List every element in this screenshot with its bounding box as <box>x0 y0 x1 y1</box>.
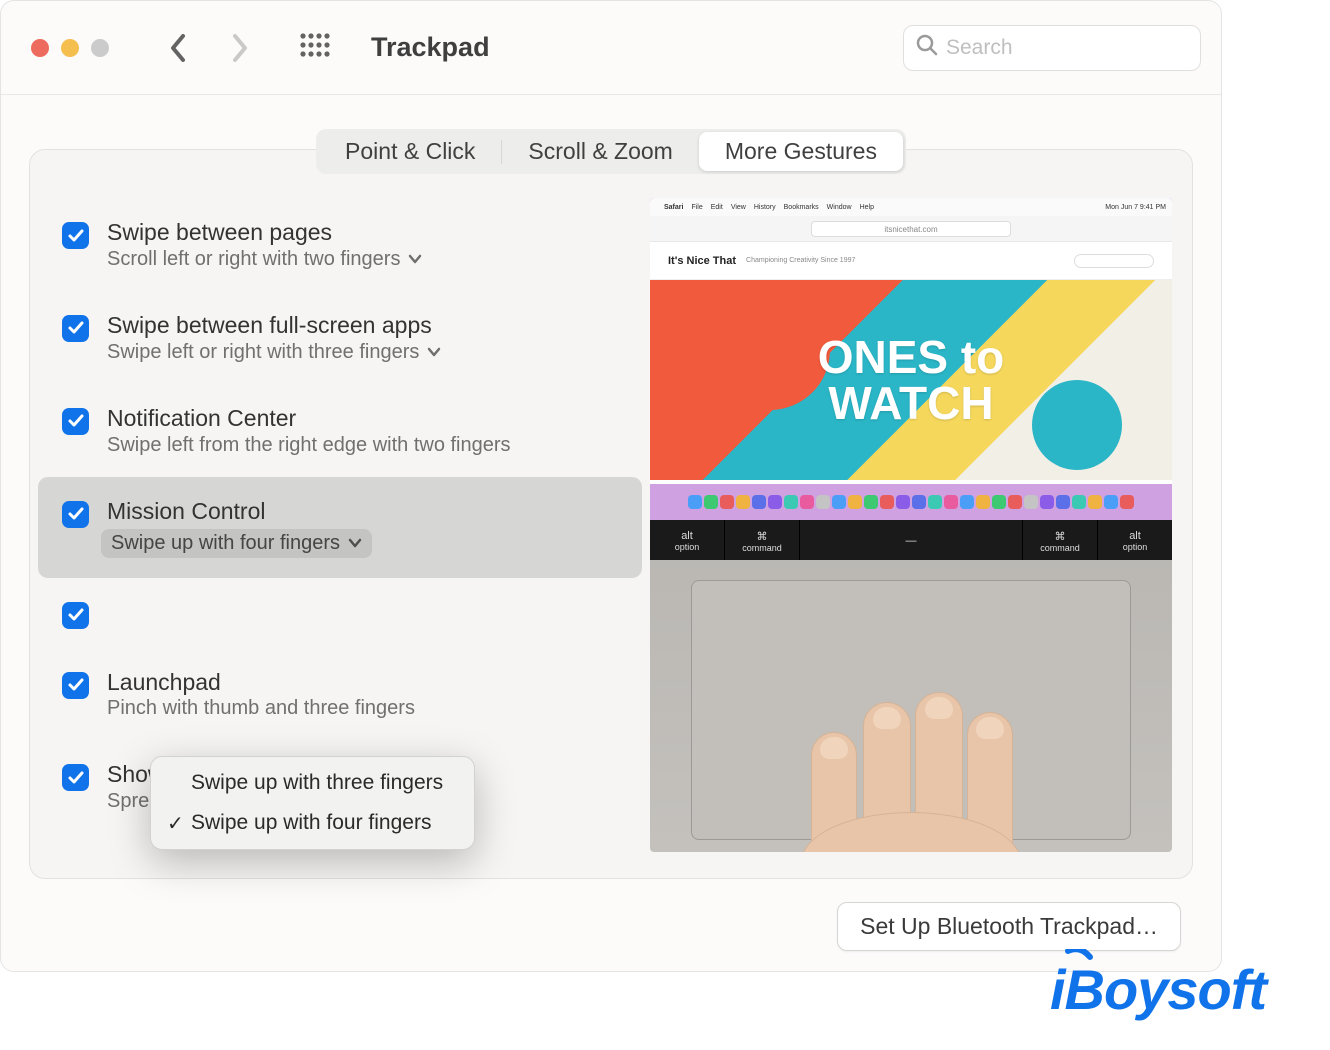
option-subtitle-select[interactable]: Scroll left or right with two fingers <box>107 248 422 271</box>
option-mission-control: Mission Control Swipe up with four finge… <box>38 477 642 578</box>
checkbox-swipe-pages[interactable] <box>62 222 89 249</box>
preview-site-brand: It's Nice That <box>668 255 736 267</box>
option-launchpad: Launchpad Pinch with thumb and three fin… <box>50 648 630 741</box>
toolbar: Trackpad <box>1 1 1221 95</box>
back-icon[interactable] <box>169 33 189 63</box>
minimize-icon[interactable] <box>61 39 79 57</box>
options-list: Swipe between pages Scroll left or right… <box>50 198 630 878</box>
checkbox-launchpad[interactable] <box>62 672 89 699</box>
search-field[interactable] <box>903 25 1201 71</box>
preview-keyboard-row: altoption ⌘command — ⌘command altoption <box>650 520 1172 560</box>
preview-trackpad: altoption ⌘command — ⌘command altoption <box>650 520 1172 852</box>
checkbox-swipe-apps[interactable] <box>62 315 89 342</box>
fullscreen-icon[interactable] <box>91 39 109 57</box>
svg-text:iBoysoft: iBoysoft <box>1050 958 1269 1021</box>
content: Swipe between pages Scroll left or right… <box>30 150 1192 878</box>
checkbox-show-desktop[interactable] <box>62 764 89 791</box>
preview-address: itsnicethat.com <box>811 221 1011 237</box>
preview-site-search <box>1074 254 1154 268</box>
settings-panel: Swipe between pages Scroll left or right… <box>29 149 1193 879</box>
chevron-down-icon <box>408 254 422 264</box>
preview-dock <box>650 484 1172 520</box>
option-swipe-pages: Swipe between pages Scroll left or right… <box>50 198 630 291</box>
checkbox-notification-center[interactable] <box>62 408 89 435</box>
option-title: Launchpad <box>107 668 415 698</box>
option-app-expose <box>50 578 630 648</box>
search-input[interactable] <box>946 36 1217 60</box>
nav-arrows <box>169 33 249 63</box>
preview-site-tag: Championing Creativity Since 1997 <box>746 257 855 264</box>
dropdown-option-four-fingers[interactable]: Swipe up with four fingers <box>155 803 470 843</box>
option-swipe-apps: Swipe between full-screen apps Swipe lef… <box>50 291 630 384</box>
forward-icon <box>229 33 249 63</box>
preview-menubar: Safari File Edit View History Bookmarks … <box>650 198 1172 216</box>
search-icon <box>916 34 938 61</box>
setup-bluetooth-button[interactable]: Set Up Bluetooth Trackpad… <box>837 902 1181 951</box>
option-title: Swipe between pages <box>107 218 422 248</box>
close-icon[interactable] <box>31 39 49 57</box>
checkbox-app-expose[interactable] <box>62 602 89 629</box>
option-title: Mission Control <box>107 497 372 527</box>
mission-control-dropdown: Swipe up with three fingers Swipe up wit… <box>150 756 475 850</box>
page-title: Trackpad <box>371 32 490 63</box>
preview-screen: Safari File Edit View History Bookmarks … <box>650 198 1172 520</box>
preview-hero: ONES toWATCH <box>650 280 1172 480</box>
checkbox-mission-control[interactable] <box>62 501 89 528</box>
option-title: Notification Center <box>107 404 511 434</box>
chevron-down-icon <box>427 347 441 357</box>
option-subtitle: Pinch with thumb and three fingers <box>107 697 415 720</box>
window-controls <box>31 39 109 57</box>
preview-clock: Mon Jun 7 9:41 PM <box>1105 204 1166 211</box>
tab-bar: Point & Click Scroll & Zoom More Gesture… <box>316 129 906 174</box>
tab-more-gestures[interactable]: More Gestures <box>699 132 903 171</box>
tab-point-click[interactable]: Point & Click <box>319 132 501 171</box>
dropdown-option-three-fingers[interactable]: Swipe up with three fingers <box>155 763 470 803</box>
preview-app-name: Safari <box>664 204 683 211</box>
option-notification-center: Notification Center Swipe left from the … <box>50 384 630 477</box>
option-subtitle: Swipe left from the right edge with two … <box>107 434 511 457</box>
trackpad-window: Trackpad Point & Click Scroll & Zoom Mor… <box>0 0 1222 972</box>
gesture-preview: Safari File Edit View History Bookmarks … <box>650 198 1172 878</box>
tab-scroll-zoom[interactable]: Scroll & Zoom <box>502 132 698 171</box>
watermark: iBoysoft <box>1050 949 1310 1042</box>
hand-icon <box>771 672 1051 852</box>
show-all-icon[interactable] <box>299 32 331 64</box>
option-title: Swipe between full-screen apps <box>107 311 441 341</box>
option-subtitle-select[interactable]: Swipe left or right with three fingers <box>107 341 441 364</box>
preview-safari: itsnicethat.com It's Nice That Championi… <box>650 216 1172 484</box>
chevron-down-icon <box>348 538 362 548</box>
option-subtitle-select[interactable]: Swipe up with four fingers <box>101 529 372 558</box>
